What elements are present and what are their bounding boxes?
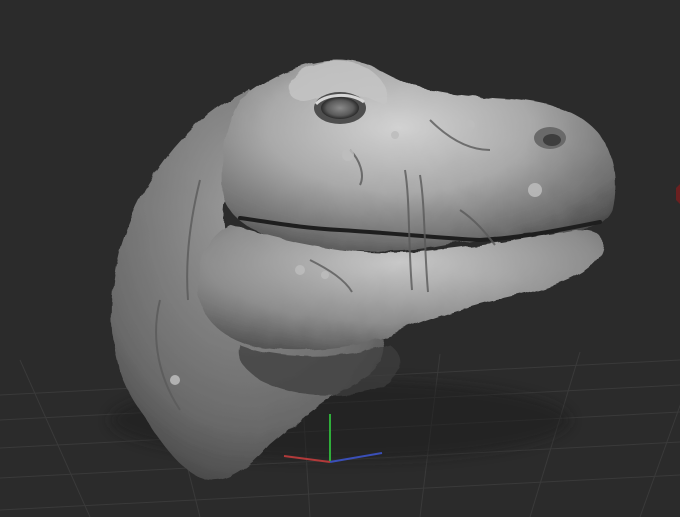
viewport-canvas[interactable] <box>0 0 680 517</box>
edge-marker <box>676 184 680 204</box>
nostril <box>534 127 566 149</box>
3d-viewport[interactable] <box>0 0 680 517</box>
eye <box>314 92 366 124</box>
